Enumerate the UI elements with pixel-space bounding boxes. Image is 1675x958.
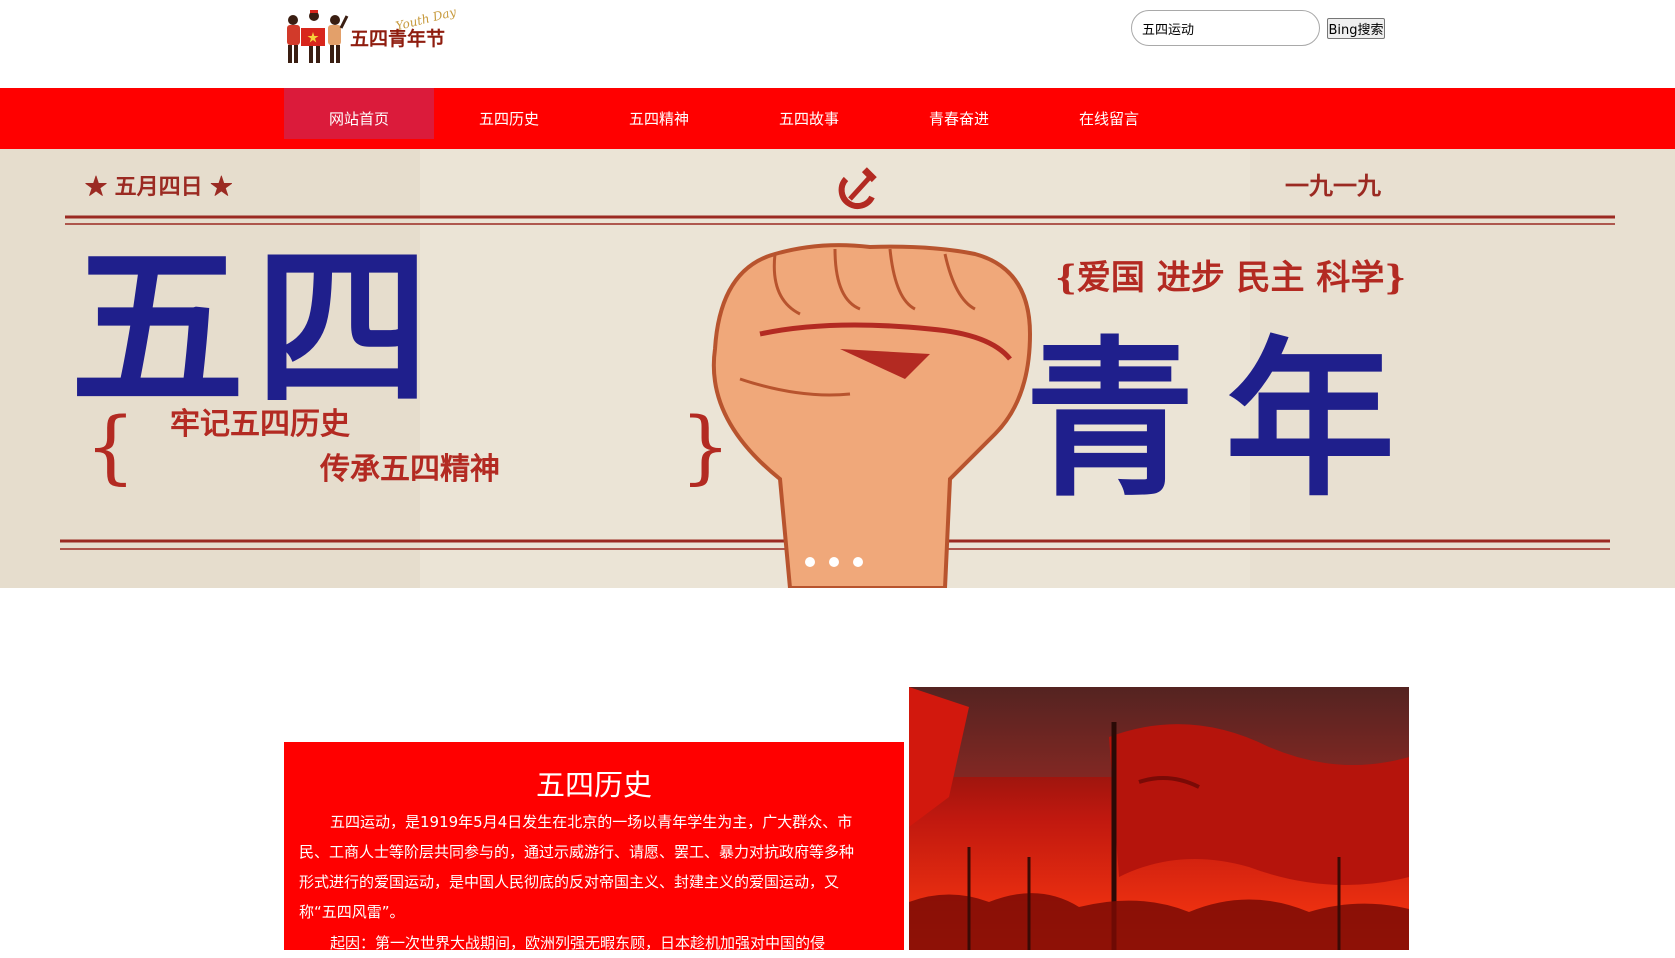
banner-line1: 牢记五四历史 (170, 407, 350, 442)
search-input[interactable] (1131, 10, 1320, 46)
hero-banner[interactable]: ★ 五月四日 ★ 一九一九 五四 {爱国 进步 民主 科学} 青年 { } 牢记… (0, 149, 1675, 588)
nav-item-history[interactable]: 五四历史 (434, 88, 584, 139)
slider-dot-2[interactable] (829, 557, 839, 567)
site-logo[interactable]: Youth Day 五四青年节 (283, 5, 458, 64)
logo-title: 五四青年节 (350, 28, 446, 50)
nav-item-home[interactable]: 网站首页 (284, 88, 434, 139)
nav-item-messages[interactable]: 在线留言 (1034, 88, 1184, 139)
banner-year-text: 一九一九 (1285, 171, 1381, 200)
banner-slogan: {爱国 进步 民主 科学} (1055, 258, 1406, 298)
history-title: 五四历史 (535, 768, 652, 802)
banner-poster: ★ 五月四日 ★ 一九一九 五四 {爱国 进步 民主 科学} 青年 { } 牢记… (0, 149, 1675, 588)
nav-item-youth[interactable]: 青春奋进 (884, 88, 1034, 139)
site-header: Youth Day 五四青年节 Bing搜索 (0, 0, 1675, 88)
youth-figures-icon (287, 10, 349, 63)
main-nav: 网站首页 五四历史 五四精神 五四故事 青春奋进 在线留言 (0, 88, 1675, 149)
svg-text:{: { (85, 400, 136, 493)
banner-big-right: 青年 (1025, 322, 1425, 520)
red-flag-image (909, 687, 1409, 950)
nav-item-stories[interactable]: 五四故事 (734, 88, 884, 139)
history-paragraph-1: 五四运动，是1919年5月4日发生在北京的一场以青年学生为主，广大群众、市民、工… (299, 813, 855, 921)
history-paragraph-2: 起因：第一次世界大战期间，欧洲列强无暇东顾，日本趁机加强对中国的侵 (330, 934, 826, 952)
banner-date-text: ★ 五月四日 ★ (85, 174, 232, 200)
search-button[interactable]: Bing搜索 (1327, 18, 1385, 39)
history-section: 五四历史 五四运动，是1919年5月4日发生在北京的一场以青年学生为主，广大群众… (284, 742, 904, 952)
slider-dot-3[interactable] (853, 557, 863, 567)
slider-dot-1[interactable] (805, 557, 815, 567)
nav-item-spirit[interactable]: 五四精神 (584, 88, 734, 139)
banner-line2: 传承五四精神 (319, 452, 500, 487)
